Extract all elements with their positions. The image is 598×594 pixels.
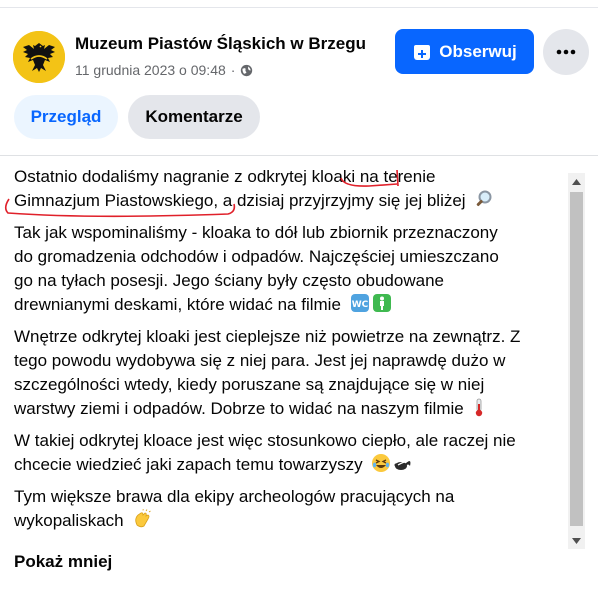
p3-line-c: szczególności wtedy, kiedy poruszane są … xyxy=(14,375,485,394)
show-less-link[interactable]: Pokaż mniej xyxy=(14,552,112,572)
laughing-emoji-icon xyxy=(372,454,391,472)
tab-komentarze[interactable]: Komentarze xyxy=(128,95,260,139)
post-content-area: Ostatnio dodaliśmy nagranie z odkrytej k… xyxy=(0,155,598,594)
post-text: Ostatnio dodaliśmy nagranie z odkrytej k… xyxy=(14,165,567,533)
paragraph-5: Tym większe brawa dla ekipy archeologów … xyxy=(14,485,567,533)
clap-emoji-icon xyxy=(135,509,152,528)
p5-line-b: wykopaliskach xyxy=(14,511,124,530)
follow-label: Obserwuj xyxy=(439,41,517,61)
scroll-down-arrow[interactable] xyxy=(568,532,585,549)
p3-line-b: tego powodu wydobywa się z niej para. Je… xyxy=(14,351,506,370)
meta-separator: · xyxy=(230,62,236,78)
p4-line-a: W takiej odkrytej kloace jest więc stosu… xyxy=(14,431,516,450)
p3-line-d: warstwy ziemi i odpadów. Dobrze to widać… xyxy=(14,399,464,418)
p2-line-d: drewnianymi deskami, które widać na film… xyxy=(14,295,341,314)
chevron-down-icon xyxy=(572,537,581,544)
scroll-up-arrow[interactable] xyxy=(568,173,585,190)
post-date[interactable]: 11 grudnia 2023 o 09:48 xyxy=(75,62,226,78)
restroom-emoji-icon xyxy=(372,294,391,312)
magnifier-emoji-icon xyxy=(476,190,492,207)
thermometer-emoji-icon xyxy=(476,398,483,417)
p5-line-a: Tym większe brawa dla ekipy archeologów … xyxy=(14,487,455,506)
skunk-emoji-icon xyxy=(394,460,411,470)
p1-line-a: Ostatnio dodaliśmy nagranie z odkrytej k… xyxy=(14,167,436,186)
wc-emoji-icon: WC xyxy=(350,294,369,312)
more-options-button[interactable] xyxy=(543,29,589,75)
paragraph-4: W takiej odkrytej kloace jest więc stosu… xyxy=(14,429,567,477)
paragraph-2: Tak jak wspominaliśmy - kloaka to dół lu… xyxy=(14,221,567,317)
page-name-link[interactable]: Muzeum Piastów Śląskich w Brzegu xyxy=(75,34,366,54)
globe-icon xyxy=(241,64,253,76)
follow-icon xyxy=(414,44,431,60)
top-divider xyxy=(0,7,598,8)
scroll-thumb[interactable] xyxy=(570,192,583,526)
more-icon xyxy=(556,49,576,55)
eagle-logo-icon xyxy=(13,31,65,83)
scrollbar[interactable] xyxy=(568,173,585,549)
p2-line-a: Tak jak wspominaliśmy - kloaka to dół lu… xyxy=(14,223,498,242)
post-meta: 11 grudnia 2023 o 09:48 · xyxy=(75,62,253,78)
tab-przeglad[interactable]: Przegląd xyxy=(14,95,118,139)
p2-line-b: do gromadzenia odchodów i odpadów. Najcz… xyxy=(14,247,499,266)
page-avatar[interactable] xyxy=(13,31,65,83)
follow-button[interactable]: Obserwuj xyxy=(395,29,534,74)
p1-line-b: Gimnazjum Piastowskiego, a dzisiaj przyj… xyxy=(14,191,466,210)
p2-line-c: go na tyłach posesji. Jego ściany były c… xyxy=(14,271,444,290)
p4-line-b: chcecie wiedzieć jaki zapach temu towarz… xyxy=(14,455,363,474)
svg-text:WC: WC xyxy=(351,300,368,310)
p3-line-a: Wnętrze odkrytej kloaki jest cieplejsze … xyxy=(14,327,521,346)
chevron-up-icon xyxy=(572,178,581,185)
paragraph-1: Ostatnio dodaliśmy nagranie z odkrytej k… xyxy=(14,165,567,213)
paragraph-3: Wnętrze odkrytej kloaki jest cieplejsze … xyxy=(14,325,567,421)
